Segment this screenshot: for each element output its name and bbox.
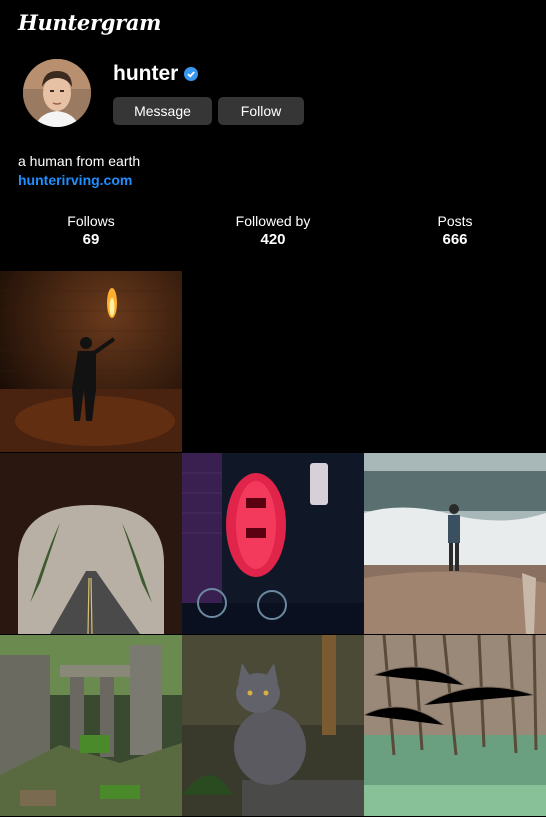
post-thumbnail-flare[interactable] xyxy=(0,271,182,452)
post-thumbnail-fisherman[interactable] xyxy=(364,453,546,634)
verified-badge-icon xyxy=(184,67,199,81)
post-thumbnail-tunnel[interactable] xyxy=(0,453,182,634)
stat-posts-label: Posts xyxy=(437,213,473,229)
app-logo[interactable]: Huntergram xyxy=(18,10,161,35)
website-link[interactable]: hunterirving.com xyxy=(18,172,132,188)
stat-follows[interactable]: Follows 69 xyxy=(0,213,182,248)
stat-posts[interactable]: Posts 666 xyxy=(364,213,546,248)
stat-follows-value: 69 xyxy=(82,231,100,248)
stat-followed-by-value: 420 xyxy=(260,231,286,248)
message-button[interactable]: Message xyxy=(113,97,212,125)
profile-bio: a human from earth xyxy=(18,153,141,169)
stat-follows-label: Follows xyxy=(67,213,115,229)
post-thumbnail-cat[interactable] xyxy=(182,635,364,816)
post-thumbnail-lantern[interactable] xyxy=(182,453,364,634)
username-row: hunter xyxy=(113,62,199,86)
post-thumbnail-swamp[interactable] xyxy=(364,635,546,816)
post-thumbnail-temple-ruins[interactable] xyxy=(0,635,182,816)
stat-followed-by-label: Followed by xyxy=(235,213,311,229)
stat-posts-value: 666 xyxy=(442,231,468,248)
stat-followed-by[interactable]: Followed by 420 xyxy=(182,213,364,248)
profile-avatar[interactable] xyxy=(23,59,91,127)
follow-button[interactable]: Follow xyxy=(218,97,304,125)
username: hunter xyxy=(113,62,179,85)
